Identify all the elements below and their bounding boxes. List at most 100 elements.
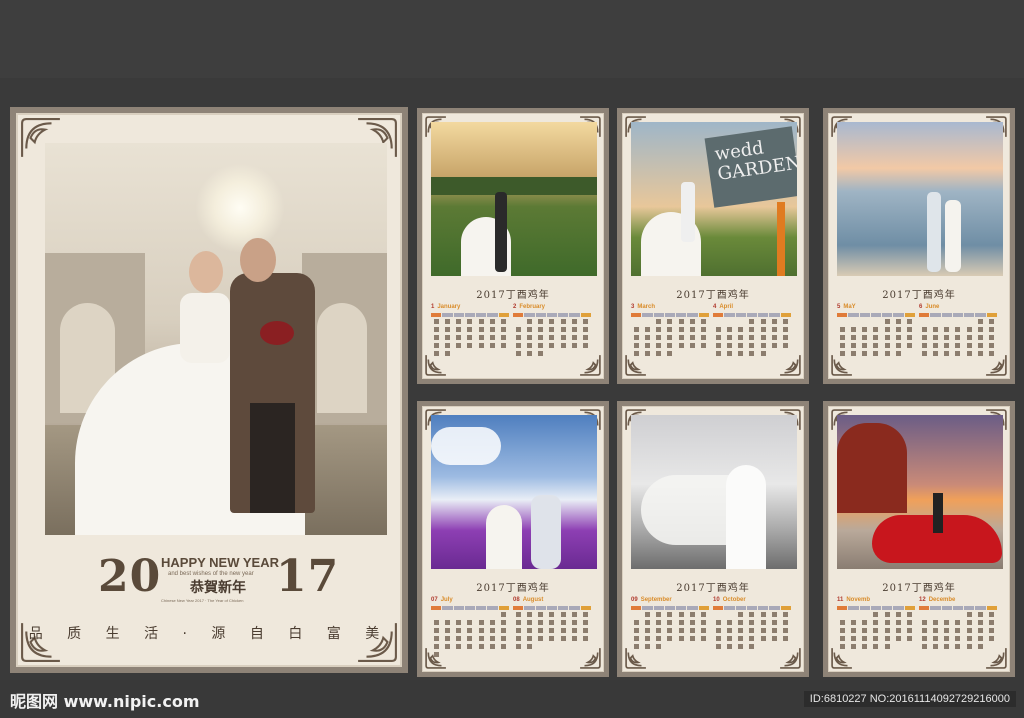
month-calendar: 12 Decembe (919, 597, 997, 657)
month-number: 4 (713, 304, 717, 310)
page-year-title: 2017丁酉鸡年 (676, 583, 750, 594)
month-number: 12 (919, 597, 926, 603)
weekday-bar (837, 606, 915, 610)
page-wedding-photo (631, 415, 797, 569)
weekday-bar (837, 313, 915, 317)
month-header: 10 October (713, 597, 791, 606)
weekday-bar (631, 606, 709, 610)
top-background (0, 0, 1024, 78)
month-header: 09 September (631, 597, 709, 606)
month-name: Decembe (928, 597, 956, 603)
cover-paper: 20 HAPPY NEW YEAR and best wishes of the… (16, 113, 402, 667)
month-calendar: 11 Novemb (837, 597, 915, 657)
month-page: 2017丁酉鸡年 07 July 08 August (417, 401, 609, 677)
cover-tagline: 品 质 生 活 · 源 自 白 富 美 (28, 626, 390, 642)
month-calendar: 09 September (631, 597, 709, 657)
date-grid (919, 319, 997, 364)
month-number: 6 (919, 304, 923, 310)
month-name: March (637, 304, 656, 310)
date-grid (919, 612, 997, 657)
month-header: 07 July (431, 597, 509, 606)
month-number: 2 (513, 304, 517, 310)
weekday-bar (713, 313, 791, 317)
date-grid (713, 319, 791, 364)
page-year-title: 2017丁酉鸡年 (476, 583, 550, 594)
month-page: wedd GARDEN 20 2017丁酉鸡年 3March 4April (617, 108, 809, 384)
page-paper: 2017丁酉鸡年 07 July 08 August (422, 406, 604, 672)
page-year-title: 2017丁酉鸡年 (476, 290, 550, 301)
weekday-bar (513, 606, 591, 610)
month-name: August (522, 597, 544, 603)
weekday-bar (431, 313, 509, 317)
month-header: 6 June (919, 304, 997, 313)
date-grid (431, 612, 509, 657)
month-number: 5 (837, 304, 841, 310)
weekday-bar (919, 606, 997, 610)
watermark-id: ID:6810227 NO:20161114092729216000 (803, 691, 1016, 707)
date-grid (837, 612, 915, 657)
weekday-bar (631, 313, 709, 317)
month-name: September (640, 597, 672, 603)
groom-pants (250, 403, 295, 513)
month-page: 2017丁酉鸡年 1 January 2 February (417, 108, 609, 384)
page-wedding-photo (431, 122, 597, 276)
page-wedding-photo: wedd GARDEN 20 (631, 122, 797, 276)
page-paper: 2017丁酉鸡年 11 Novemb 12 Decembe (828, 406, 1010, 672)
sun-glow (195, 163, 285, 253)
month-header: 12 Decembe (919, 597, 997, 606)
weekday-bar (431, 606, 509, 610)
month-number: 09 (631, 597, 638, 603)
bride-head (189, 251, 223, 293)
cover-year-left: 20 (98, 551, 162, 602)
month-name: Novemb (846, 597, 871, 603)
month-header: 2 February (513, 304, 591, 313)
month-page: 2017丁酉鸡年 5 MaY 6 June (823, 108, 1015, 384)
page-year-title: 2017丁酉鸡年 (882, 583, 956, 594)
month-header: 1 January (431, 304, 509, 313)
cover-year-right: 17 (276, 551, 340, 602)
month-name: July (440, 597, 453, 603)
page-wedding-photo (837, 122, 1003, 276)
month-number: 07 (431, 597, 438, 603)
page-paper: 2017丁酉鸡年 1 January 2 February (422, 113, 604, 379)
month-page: 2017丁酉鸡年 09 September 10 October (617, 401, 809, 677)
month-name: October (722, 597, 746, 603)
month-header: 11 Novemb (837, 597, 915, 606)
page-year-title: 2017丁酉鸡年 (676, 290, 750, 301)
cover-caption: Chinese New Year 2017 · The Year of Chic… (161, 598, 244, 603)
calendar-cover: 20 HAPPY NEW YEAR and best wishes of the… (10, 107, 408, 673)
month-number: 11 (837, 597, 844, 603)
bride-bodice (180, 293, 230, 363)
month-calendar: 6 June (919, 304, 997, 364)
month-number: 10 (713, 597, 720, 603)
month-calendar: 2 February (513, 304, 591, 364)
watermark-site: 昵图网 www.nipic.com (10, 692, 200, 711)
weekday-bar (919, 313, 997, 317)
page-wedding-photo (431, 415, 597, 569)
page-year-title: 2017丁酉鸡年 (882, 290, 956, 301)
cover-wedding-photo (45, 143, 387, 535)
month-calendar: 5 MaY (837, 304, 915, 364)
date-grid (713, 612, 791, 657)
watermark-bar: 昵图网 www.nipic.com ID:6810227 NO:20161114… (0, 680, 1024, 718)
page-paper: 2017丁酉鸡年 5 MaY 6 June (828, 113, 1010, 379)
month-name: January (437, 304, 461, 310)
month-number: 1 (431, 304, 435, 310)
page-paper: 2017丁酉鸡年 09 September 10 October (622, 406, 804, 672)
page-wedding-photo (837, 415, 1003, 569)
month-header: 4 April (713, 304, 791, 313)
month-name: February (519, 304, 546, 310)
month-name: June (925, 304, 940, 310)
month-header: 5 MaY (837, 304, 915, 313)
month-calendar: 1 January (431, 304, 509, 364)
date-grid (631, 612, 709, 657)
page-paper: wedd GARDEN 20 2017丁酉鸡年 3March 4April (622, 113, 804, 379)
date-grid (837, 319, 915, 364)
month-header: 3 March (631, 304, 709, 313)
date-grid (513, 612, 591, 657)
date-grid (513, 319, 591, 364)
month-calendar: 4 April (713, 304, 791, 364)
cover-greeting: HAPPY NEW YEAR (161, 555, 279, 570)
month-calendar: 3 March (631, 304, 709, 364)
month-page: 2017丁酉鸡年 11 Novemb 12 Decembe (823, 401, 1015, 677)
